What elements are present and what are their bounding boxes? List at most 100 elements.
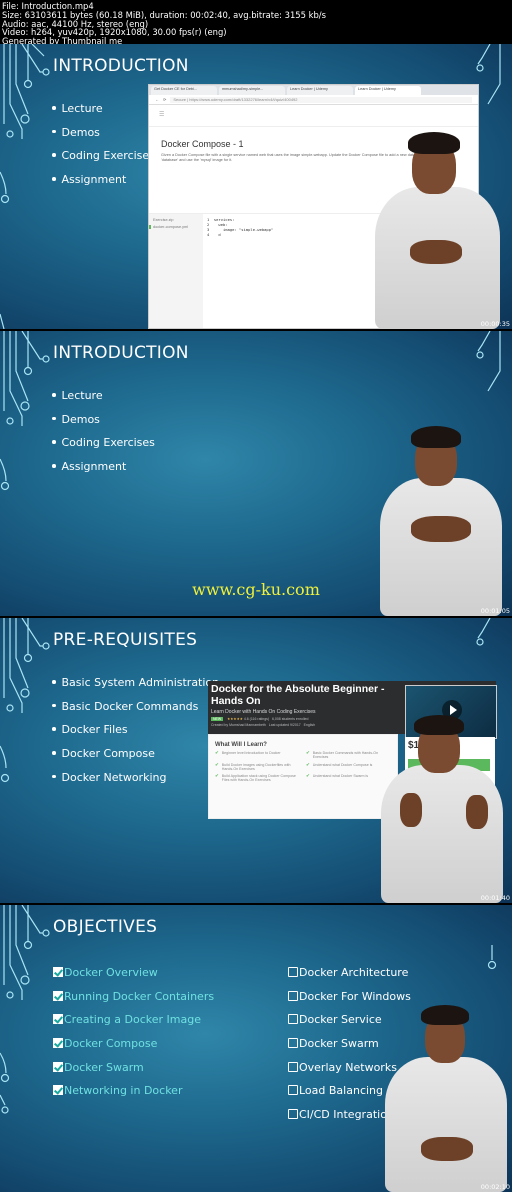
- presenter: [378, 713, 508, 903]
- browser-tab[interactable]: mmumshad/my-simple...: [219, 86, 285, 95]
- course-created: Created by Mumshad Mannambeth Last updat…: [211, 723, 315, 727]
- bullet-icon: [52, 774, 56, 779]
- presenter: [370, 132, 510, 329]
- check-icon: ✔: [215, 773, 219, 779]
- course-meta: NEW ★★★★★ 4.6 (116 ratings) 6,008 studen…: [211, 717, 308, 721]
- bullet-item: Coding Exercises: [52, 149, 155, 173]
- checked-box-icon: [53, 1014, 63, 1025]
- unchecked-box-icon: [288, 990, 298, 1001]
- url-input[interactable]: Secure | https://www.udemy.com/draft/133…: [170, 96, 472, 103]
- presenter: [385, 1005, 510, 1192]
- timestamp: 00:02:10: [480, 1183, 510, 1191]
- back-icon[interactable]: ←: [155, 97, 159, 102]
- timestamp: 00:00:35: [480, 320, 510, 328]
- objective-item-done: Running Docker Containers: [53, 990, 214, 1014]
- bullet-item: Docker Networking: [52, 771, 219, 795]
- frame-thumbnail-1: INTRODUCTION Lecture Demos Coding Exerci…: [0, 44, 512, 329]
- learn-item: ✔ Beginner level introduction to Docker: [215, 750, 300, 760]
- unchecked-box-icon: [288, 1109, 298, 1120]
- checked-box-icon: [53, 990, 63, 1001]
- timestamp: 00:01:05: [480, 607, 510, 615]
- check-icon: ✔: [215, 750, 219, 755]
- checked-box-icon: [53, 1085, 63, 1096]
- browser-tab[interactable]: Get Docker CE for Debi...: [151, 86, 217, 95]
- bullet-icon: [52, 416, 56, 421]
- check-icon: ✔: [215, 761, 219, 767]
- what-will-i-learn: What Will I Learn? ✔ Beginner level intro…: [208, 734, 398, 819]
- slide-title: PRE-REQUISITES: [53, 630, 198, 650]
- unchecked-box-icon: [288, 1014, 298, 1025]
- objective-item-todo: Docker Architecture: [288, 966, 411, 990]
- frame-thumbnail-3: PRE-REQUISITES Basic System Administrati…: [0, 618, 512, 903]
- bullet-item: Basic System Administration: [52, 676, 219, 700]
- bullet-icon: [52, 153, 56, 157]
- browser-tab[interactable]: Learn Docker | Udemy: [287, 86, 353, 95]
- frame-thumbnail-2: INTRODUCTION Lecture Demos Coding Exerci…: [0, 331, 512, 616]
- bullet-icon: [52, 106, 56, 110]
- star-rating-icon: ★★★★★: [227, 717, 243, 721]
- language-text: English: [303, 723, 316, 727]
- checked-box-icon: [53, 967, 63, 977]
- bullet-item: Assignment: [52, 460, 155, 484]
- reload-icon[interactable]: ⟳: [163, 97, 166, 102]
- watermark-text: www.cg-ku.com: [192, 580, 320, 599]
- bullet-icon: [52, 177, 56, 181]
- bullet-icon: [52, 440, 56, 444]
- unchecked-box-icon: [288, 1038, 298, 1049]
- panel-label: Exercise.zip: [153, 218, 174, 222]
- frame-thumbnail-4: OBJECTIVES Docker Overview Running Docke…: [0, 905, 512, 1192]
- author-text[interactable]: Created by Mumshad Mannambeth: [211, 723, 266, 727]
- bullet-icon: [52, 393, 56, 397]
- bullet-item: Basic Docker Commands: [52, 700, 219, 724]
- learn-item: ✔ Build Docker images using Dockerfiles w…: [215, 761, 291, 771]
- new-badge: NEW: [211, 717, 224, 721]
- bullet-item: Coding Exercises: [52, 436, 155, 460]
- browser-tab-bar: Get Docker CE for Debi... mmumshad/my-si…: [149, 85, 478, 95]
- timestamp: 00:01:40: [480, 894, 510, 902]
- rating-text: 4.6 (116 ratings): [243, 717, 270, 721]
- learn-item: ✔ Build Application stack using Docker Co…: [215, 773, 296, 783]
- browser-tab-active[interactable]: Learn Docker | Udemy: [355, 86, 421, 95]
- course-title: Docker for the Absolute Beginner - Hands…: [211, 683, 385, 707]
- video-info-header: File: Introduction.mp4 Size: 63103611 by…: [0, 0, 512, 45]
- unchecked-box-icon: [288, 967, 298, 977]
- check-icon: ✔: [306, 773, 310, 779]
- bullet-item: Demos: [52, 413, 155, 437]
- slide-title: INTRODUCTION: [53, 343, 189, 363]
- bullet-icon: [52, 703, 56, 708]
- objective-item-done: Creating a Docker Image: [53, 1013, 214, 1037]
- bullet-icon: [52, 751, 56, 755]
- objective-item-done: Docker Swarm: [53, 1061, 214, 1085]
- students-text: 6,008 students enrolled: [272, 717, 309, 721]
- bullet-item: Lecture: [52, 102, 155, 126]
- bullet-item: Demos: [52, 126, 155, 150]
- bullet-list: Basic System Administration Basic Docker…: [52, 676, 219, 794]
- unchecked-box-icon: [288, 1061, 298, 1072]
- bullet-list: Lecture Demos Coding Exercises Assignmen…: [52, 102, 155, 197]
- updated-text: Last updated 9/2017: [268, 723, 301, 727]
- bullet-item: Lecture: [52, 389, 155, 413]
- course-subtitle: Learn Docker with Hands On Coding Exerci…: [211, 709, 316, 715]
- file-panel: Exercise.zip docker-compose.yml: [149, 214, 203, 328]
- menu-icon[interactable]: ☰: [149, 105, 478, 127]
- bullet-icon: [52, 680, 56, 684]
- checked-box-icon: [53, 1038, 63, 1049]
- bullet-icon: [52, 727, 56, 731]
- slide-title: OBJECTIVES: [53, 917, 158, 937]
- file-item[interactable]: docker-compose.yml: [149, 225, 203, 229]
- bullet-icon: [52, 464, 56, 468]
- unchecked-box-icon: [288, 1085, 298, 1096]
- address-bar: ← ⟳ Secure | https://www.udemy.com/draft…: [149, 95, 478, 105]
- objective-item-done: Docker Overview: [53, 966, 214, 990]
- bullet-item: Docker Files: [52, 723, 219, 747]
- objective-item-done: Networking in Docker: [53, 1084, 214, 1108]
- check-icon: ✔: [306, 761, 310, 767]
- slide-title: INTRODUCTION: [53, 56, 189, 76]
- bullet-item: Assignment: [52, 173, 155, 197]
- learn-title: What Will I Learn?: [215, 742, 267, 748]
- objective-item-done: Docker Compose: [53, 1037, 214, 1061]
- bullet-icon: [52, 129, 56, 134]
- bullet-item: Docker Compose: [52, 747, 219, 771]
- checked-box-icon: [53, 1061, 63, 1072]
- completed-objectives: Docker Overview Running Docker Container…: [53, 966, 214, 1108]
